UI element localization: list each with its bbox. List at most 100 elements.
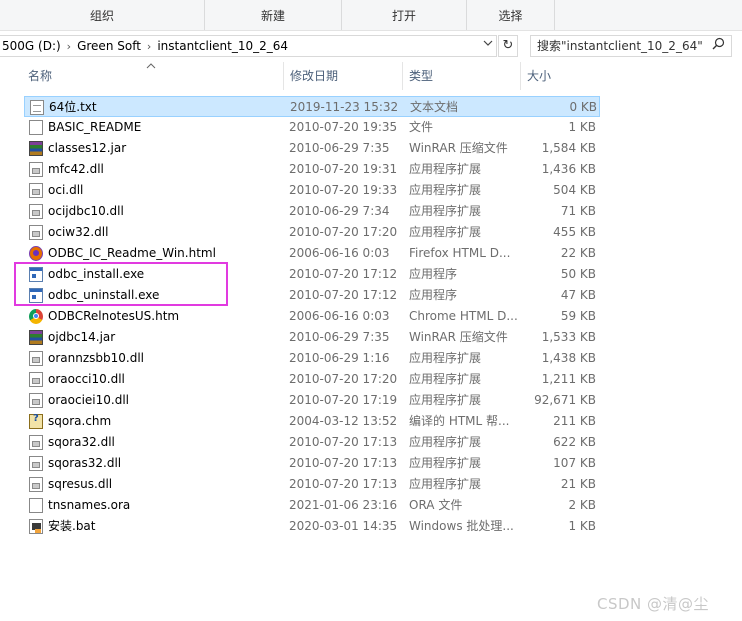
file-row[interactable]: tnsnames.ora 2021-01-06 23:16 ORA 文件 2 KB (24, 495, 600, 516)
breadcrumb-instantclient[interactable]: instantclient_10_2_64 (155, 39, 290, 53)
file-name: oci.dll (48, 183, 84, 197)
ribbon-group-select[interactable]: 选择 (467, 0, 555, 30)
search-input[interactable]: 搜索"instantclient_10_2_64" (530, 35, 732, 57)
file-row[interactable]: ojdbc14.jar 2010-06-29 7:35 WinRAR 压缩文件 1,5… (24, 327, 600, 348)
file-date: 2010-06-29 1:16 (289, 351, 390, 365)
file-row[interactable]: oci.dll 2010-07-20 19:33 应用程序扩展 504 KB (24, 180, 600, 201)
breadcrumb-drive[interactable]: 500G (D:) (0, 39, 63, 53)
file-row[interactable]: sqora32.dll 2010-07-20 17:13 应用程序扩展 622 KB (24, 432, 600, 453)
file-row[interactable]: ociw32.dll 2010-07-20 17:20 应用程序扩展 455 KB (24, 222, 600, 243)
dll-file-icon (29, 435, 43, 450)
file-name: 64位.txt (49, 100, 97, 114)
file-type: 应用程序扩展 (409, 372, 482, 386)
highlight-annotation-box (14, 262, 228, 306)
file-size: 622 KB (553, 435, 596, 449)
file-type: ORA 文件 (409, 498, 463, 512)
breadcrumb-green-soft[interactable]: Green Soft (75, 39, 143, 53)
address-bar[interactable]: 500G (D:) › Green Soft › instantclient_10_2_… (0, 35, 497, 57)
file-date: 2006-06-16 0:03 (289, 246, 390, 260)
chevron-right-icon[interactable]: › (143, 40, 155, 53)
dll-file-icon (29, 162, 43, 177)
refresh-icon[interactable]: ↻ (498, 35, 518, 57)
file-date: 2010-07-20 17:12 (289, 288, 398, 302)
ribbon: 组织 新建 打开 选择 (0, 0, 742, 31)
sort-ascending-icon (146, 62, 156, 72)
txt-file-icon (30, 100, 44, 115)
file-size: 1 KB (568, 519, 596, 533)
file-name: oraocci10.dll (48, 372, 125, 386)
file-type: 应用程序扩展 (409, 456, 482, 470)
file-row[interactable]: sqresus.dll 2010-07-20 17:13 应用程序扩展 21 KB (24, 474, 600, 495)
file-size: 92,671 KB (534, 393, 596, 407)
file-type: 文件 (409, 120, 434, 134)
file-date: 2010-07-20 17:13 (289, 456, 398, 470)
column-header: 名称 修改日期 类型 大小 (0, 62, 742, 90)
file-size: 50 KB (560, 267, 596, 281)
ribbon-group-organize[interactable]: 组织 (0, 0, 205, 30)
jar-file-icon (29, 330, 43, 345)
file-name: orannzsbb10.dll (48, 351, 144, 365)
file-date: 2019-11-23 15:32 (290, 100, 399, 114)
file-type: 应用程序扩展 (409, 183, 482, 197)
file-type: 应用程序扩展 (409, 351, 482, 365)
file-size: 107 KB (553, 456, 596, 470)
file-size: 1 KB (568, 120, 596, 134)
file-size: 22 KB (560, 246, 596, 260)
column-date[interactable]: 修改日期 (284, 62, 403, 90)
file-type: Windows 批处理... (409, 519, 514, 533)
file-row[interactable]: sqoras32.dll 2010-07-20 17:13 应用程序扩展 107 KB (24, 453, 600, 474)
html-file-icon (29, 246, 43, 261)
chevron-right-icon[interactable]: › (63, 40, 75, 53)
file-row[interactable]: oraocci10.dll 2010-07-20 17:20 应用程序扩展 1,211… (24, 369, 600, 390)
file-name: ojdbc14.jar (48, 330, 116, 344)
file-type: 编译的 HTML 帮... (409, 414, 510, 428)
htm-file-icon (29, 309, 43, 324)
column-type[interactable]: 类型 (403, 62, 521, 90)
file-type: WinRAR 压缩文件 (409, 330, 508, 344)
watermark: CSDN @清@尘 (597, 595, 710, 613)
file-date: 2010-07-20 17:20 (289, 225, 398, 239)
file-row[interactable]: ODBCRelnotesUS.htm 2006-06-16 0:03 Chrome … (24, 306, 600, 327)
file-size: 0 KB (569, 100, 597, 114)
file-size: 1,211 KB (541, 372, 596, 386)
file-row[interactable]: BASIC_README 2010-07-20 19:35 文件 1 KB (24, 117, 600, 138)
address-row: 500G (D:) › Green Soft › instantclient_10_2_… (0, 31, 742, 60)
bat-file-icon (29, 519, 43, 534)
file-size: 504 KB (553, 183, 596, 197)
file-name: ODBCRelnotesUS.htm (48, 309, 180, 323)
dll-file-icon (29, 393, 43, 408)
file-row[interactable]: orannzsbb10.dll 2010-06-29 1:16 应用程序扩展 1,43… (24, 348, 600, 369)
file-size: 47 KB (560, 288, 596, 302)
file-size: 21 KB (560, 477, 596, 491)
file-row[interactable]: 64位.txt 2019-11-23 15:32 文本文档 0 KB (24, 96, 600, 117)
file-name: 安装.bat (48, 519, 96, 533)
file-date: 2010-06-29 7:35 (289, 330, 390, 344)
file-name: BASIC_README (48, 120, 142, 134)
ribbon-group-new[interactable]: 新建 (205, 0, 342, 30)
file-row[interactable]: 安装.bat 2020-03-01 14:35 Windows 批处理... 1 KB (24, 516, 600, 537)
file-type: 应用程序扩展 (409, 204, 482, 218)
file-date: 2006-06-16 0:03 (289, 309, 390, 323)
file-row[interactable]: oraociei10.dll 2010-07-20 17:19 应用程序扩展 92,6… (24, 390, 600, 411)
file-name: classes12.jar (48, 141, 127, 155)
file-row[interactable]: ocijdbc10.dll 2010-06-29 7:34 应用程序扩展 71 KB (24, 201, 600, 222)
file-size: 71 KB (560, 204, 596, 218)
file-type: 应用程序扩展 (409, 435, 482, 449)
column-size[interactable]: 大小 (521, 62, 600, 90)
file-name: ociw32.dll (48, 225, 109, 239)
dll-file-icon (29, 477, 43, 492)
file-row[interactable]: mfc42.dll 2010-07-20 19:31 应用程序扩展 1,436 KB (24, 159, 600, 180)
file-row[interactable]: classes12.jar 2010-06-29 7:35 WinRAR 压缩文件 1… (24, 138, 600, 159)
file-date: 2010-06-29 7:34 (289, 204, 390, 218)
file-name: ocijdbc10.dll (48, 204, 124, 218)
file-row[interactable]: sqora.chm 2004-03-12 13:52 编译的 HTML 帮... 21… (24, 411, 600, 432)
file-type: 应用程序 (409, 267, 458, 281)
file-type: Firefox HTML D... (409, 246, 511, 260)
file-row[interactable]: ODBC_IC_Readme_Win.html 2006-06-16 0:03 Fi… (24, 243, 600, 264)
file-file-icon (29, 120, 43, 135)
chevron-down-icon[interactable] (479, 35, 497, 57)
file-date: 2010-07-20 17:19 (289, 393, 398, 407)
file-size: 455 KB (553, 225, 596, 239)
search-icon[interactable] (709, 37, 727, 55)
ribbon-group-open[interactable]: 打开 (342, 0, 467, 30)
